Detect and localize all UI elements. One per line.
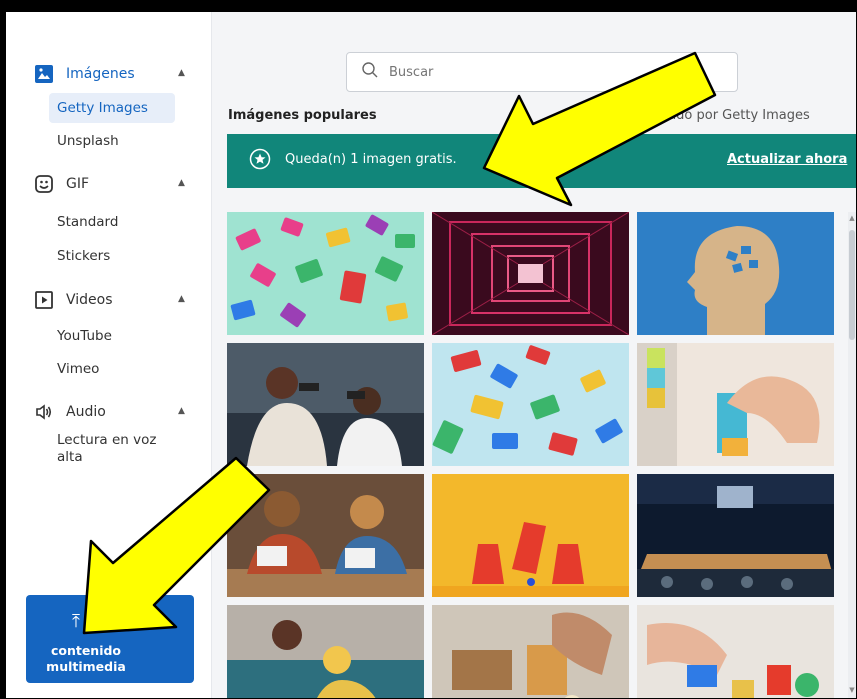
image-thumbnail[interactable] [637, 474, 834, 597]
image-thumbnail[interactable] [637, 343, 834, 466]
video-icon [34, 290, 54, 310]
sidebar-section-label: Audio [66, 404, 106, 420]
chevron-up-icon[interactable]: ▲ [178, 178, 185, 188]
sidebar-section-audio[interactable]: Audio [34, 402, 106, 422]
section-title: Imágenes populares [228, 108, 377, 123]
image-icon [34, 64, 54, 84]
image-thumbnail[interactable] [432, 474, 629, 597]
free-image-banner: Queda(n) 1 imagen gratis. Actualizar aho… [227, 134, 856, 188]
upload-media-button[interactable]: ⤒ contenido multimedia [26, 595, 194, 683]
sidebar-section-label: Videos [66, 292, 113, 308]
image-thumbnail[interactable] [227, 474, 424, 597]
sidebar-section-label: Imágenes [66, 66, 135, 82]
sidebar-item-unsplash[interactable]: Unsplash [57, 133, 119, 149]
chevron-up-icon[interactable]: ▲ [178, 406, 185, 416]
sidebar-item-lectura-en-voz-alta[interactable]: Lectura en voz alta [57, 432, 177, 466]
sidebar-section-gif[interactable]: GIF [34, 174, 89, 194]
search-box[interactable] [346, 52, 738, 92]
image-thumbnail[interactable] [432, 212, 629, 335]
sidebar-section-videos[interactable]: Videos [34, 290, 113, 310]
upload-label-line1: contenido [50, 643, 122, 658]
speaker-icon [34, 402, 54, 422]
gif-icon [34, 174, 54, 194]
scroll-up-icon[interactable]: ▲ [848, 214, 856, 222]
sidebar-item-stickers[interactable]: Stickers [57, 248, 110, 264]
sidebar-section-label: GIF [66, 176, 90, 192]
sidebar-item-youtube[interactable]: YouTube [57, 328, 112, 344]
image-grid [227, 212, 847, 698]
sidebar-item-getty-images[interactable]: Getty Images [49, 93, 175, 123]
sidebar-section-images[interactable]: Imágenes [34, 64, 135, 84]
media-panel: Imágenes ▲ Getty Images Unsplash GIF ▲ S… [6, 12, 856, 698]
upgrade-now-link[interactable]: Actualizar ahora [727, 152, 847, 167]
sidebar-item-standard[interactable]: Standard [57, 214, 118, 230]
scrollbar-thumb[interactable] [849, 230, 855, 340]
image-thumbnail[interactable] [227, 343, 424, 466]
image-thumbnail[interactable] [432, 343, 629, 466]
banner-text: Queda(n) 1 imagen gratis. [285, 152, 457, 167]
sidebar-item-vimeo[interactable]: Vimeo [57, 361, 99, 377]
image-thumbnail[interactable] [432, 605, 629, 698]
image-thumbnail[interactable] [227, 605, 424, 698]
image-thumbnail[interactable] [637, 605, 834, 698]
chevron-up-icon[interactable]: ▲ [178, 68, 185, 78]
upload-icon: ⤒ [72, 611, 80, 632]
upload-label-line2: multimedia [46, 659, 126, 674]
media-sidebar: Imágenes ▲ Getty Images Unsplash GIF ▲ S… [6, 12, 212, 698]
image-thumbnail[interactable] [637, 212, 834, 335]
image-thumbnail[interactable] [227, 212, 424, 335]
search-input[interactable] [387, 63, 721, 81]
scroll-down-icon[interactable]: ▼ [848, 686, 856, 694]
provider-credit: onado por Getty Images [652, 108, 810, 123]
media-content: Imágenes populares onado por Getty Image… [212, 12, 856, 698]
search-icon [361, 61, 379, 83]
image-grid-scrollbar[interactable]: ▲ ▼ [848, 212, 856, 698]
chevron-up-icon[interactable]: ▲ [178, 294, 185, 304]
star-icon [249, 148, 271, 170]
